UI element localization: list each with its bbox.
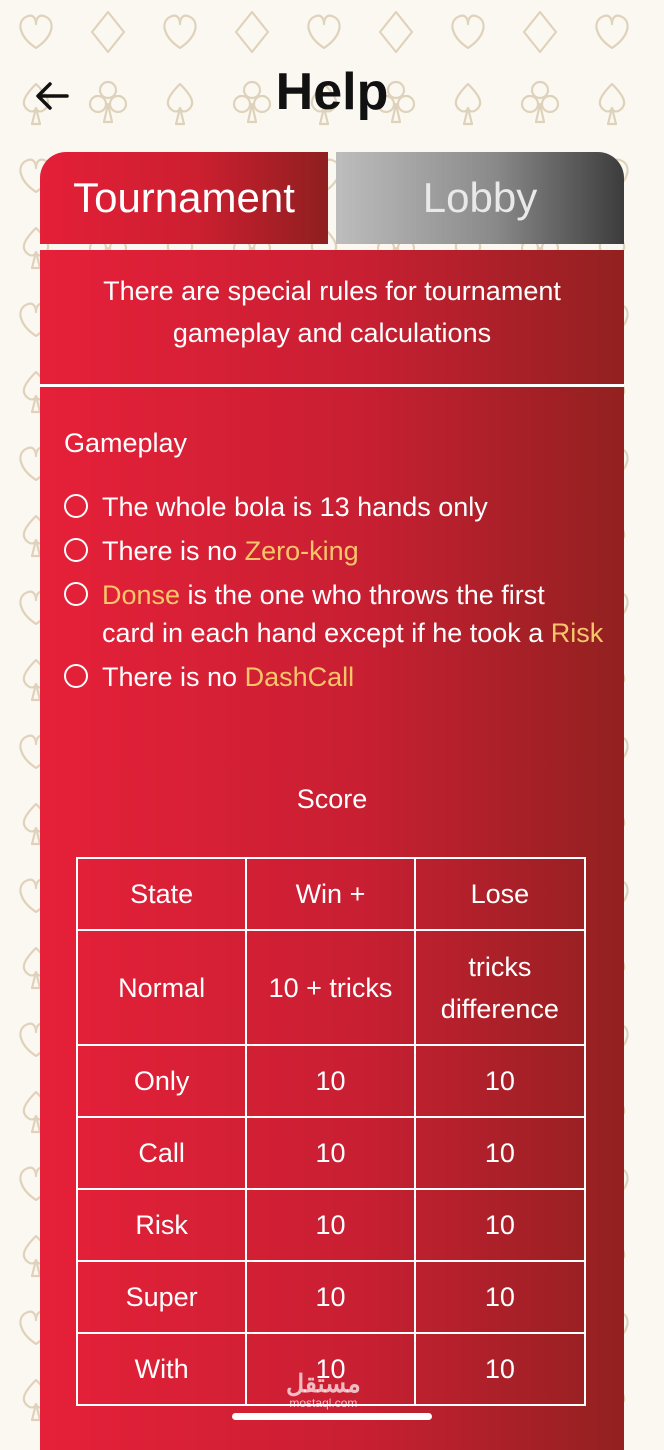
table-row: Super 10 10 (75, 1260, 587, 1334)
rule-highlight-term: DashCall (244, 662, 355, 692)
column-header: Win + (245, 857, 416, 931)
app-header: Help (0, 52, 664, 142)
watermark-logo-text: مستقل (286, 1370, 361, 1398)
rule-highlight-term: Donse (102, 580, 181, 610)
tab-bar: Tournament Lobby (40, 152, 624, 244)
radio-bullet-icon (64, 494, 88, 518)
table-cell: 10 (245, 1044, 416, 1118)
rule-text: There is no (102, 536, 245, 566)
table-cell: Super (75, 1260, 248, 1334)
table-cell: With (75, 1332, 248, 1406)
table-cell: Normal (75, 929, 248, 1046)
column-header: State (75, 857, 248, 931)
table-row: Normal 10 + tricks tricks difference (75, 929, 587, 1046)
radio-bullet-icon (64, 664, 88, 688)
page-title: Help (275, 63, 389, 121)
table-cell: 10 (245, 1116, 416, 1190)
table-cell: 10 (413, 1260, 587, 1334)
mostaql-watermark: مستقل mostaql.com (286, 1370, 361, 1411)
divider (40, 384, 624, 387)
rule-highlight-term: Risk (550, 618, 604, 648)
table-cell: 10 (413, 1044, 587, 1118)
score-table: State Win + Lose Normal 10 + tricks tric… (75, 857, 587, 1406)
intro-text: There are special rules for tournament g… (103, 276, 561, 348)
radio-bullet-icon (64, 582, 88, 606)
score-title: Score (296, 784, 368, 814)
rule-highlight-term: Zero-king (244, 536, 359, 566)
home-indicator[interactable] (232, 1413, 432, 1420)
rule-item: The whole bola is 13 hands only (64, 488, 604, 526)
gameplay-rules-list: The whole bola is 13 hands only There is… (64, 488, 604, 702)
table-row: Only 10 10 (75, 1044, 587, 1118)
radio-bullet-icon (64, 538, 88, 562)
rule-text: There is no (102, 662, 245, 692)
table-cell: Call (75, 1116, 248, 1190)
rule-item: There is no Zero-king (64, 532, 604, 570)
table-cell: 10 (245, 1188, 416, 1262)
rule-item: Donse is the one who throws the first ca… (64, 576, 604, 652)
table-cell: Risk (75, 1188, 248, 1262)
gameplay-title: Gameplay (64, 428, 188, 458)
column-header: Lose (413, 857, 587, 931)
table-cell: tricks difference (413, 929, 587, 1046)
table-cell: 10 (413, 1116, 587, 1190)
table-cell: 10 (245, 1260, 416, 1334)
watermark-url: mostaql.com (289, 1396, 358, 1410)
tab-tournament[interactable]: Tournament (40, 152, 328, 244)
rule-text: The whole bola is 13 hands only (102, 492, 488, 522)
table-row: Risk 10 10 (75, 1188, 587, 1262)
table-cell: 10 + tricks (245, 929, 416, 1046)
table-row: Call 10 10 (75, 1116, 587, 1190)
table-cell: 10 (413, 1332, 587, 1406)
table-cell: 10 (413, 1188, 587, 1262)
table-cell: Only (75, 1044, 248, 1118)
rule-item: There is no DashCall (64, 658, 604, 696)
table-header-row: State Win + Lose (75, 857, 587, 931)
tab-lobby[interactable]: Lobby (336, 152, 624, 244)
tournament-rules-panel: There are special rules for tournament g… (40, 250, 624, 1450)
